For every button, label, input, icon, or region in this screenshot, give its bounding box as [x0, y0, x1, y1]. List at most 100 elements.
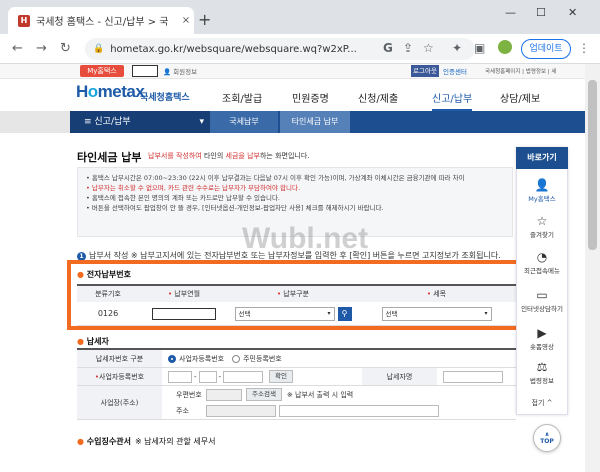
nav-crumb-national-tax[interactable]: 국세납부 [210, 111, 278, 133]
elec-payment-table: 분류기호 • 납부연월 • 납부구분 • 세목 0126 선택 ▾ ⚲ 선택 ▾ [77, 284, 516, 326]
top-links[interactable]: 국세청홈페이지 | 법령정보 | 세 [485, 67, 556, 75]
bookmark-star-icon[interactable]: ☆ [423, 41, 434, 55]
cert-center-link[interactable]: 인증센터 [443, 66, 467, 76]
payer-name-label: 납세자명 [362, 368, 437, 385]
table-row: 납세자번호 구분 사업자등록번호 주민등록번호 [77, 350, 516, 368]
address-detail-input[interactable] [279, 405, 439, 417]
radio-resident-label: 주민등록번호 [243, 354, 282, 363]
menu-certificate[interactable]: 민원증명 [292, 90, 329, 105]
window-maximize-button[interactable]: ☐ [536, 6, 546, 19]
share-icon[interactable]: ⇪ [403, 41, 413, 55]
tab-close-icon[interactable]: × [178, 15, 194, 26]
confirm-button[interactable]: 확인 [269, 370, 294, 383]
notice-line: • 납부자는 취소할 수 없으며, 카드 관련 수수료는 납부자가 부담하여야 … [86, 184, 301, 192]
back-arrow-icon[interactable]: ← [12, 41, 23, 56]
chevron-down-icon: ▾ [484, 309, 488, 317]
col-tax-item: • 세목 [426, 290, 447, 298]
bullet-icon: ● [77, 270, 87, 279]
chevron-up-icon: ∧ [544, 431, 550, 438]
notice-line: • 버튼을 선택하여도 팝업창이 안 뜰 경우, [인터넷옵션-개인정보-팝업차… [86, 204, 384, 212]
payer-table: 납세자번호 구분 사업자등록번호 주민등록번호 • 사업자등록번호 - - 확인… [77, 348, 516, 420]
table-row: • 사업자등록번호 - - 확인 납세자명 [77, 368, 516, 386]
col-pay-type: • 납부구분 [276, 290, 310, 298]
quick-fold-button[interactable]: 접기 ^ [516, 398, 568, 408]
sidebar-icon[interactable]: ▣ [474, 41, 485, 55]
hometax-favicon-icon: H [18, 14, 30, 27]
address-input[interactable] [206, 405, 276, 417]
bizno-input-2[interactable] [198, 370, 217, 383]
nav-crumb-other-tax[interactable]: 타인세금 납부 [280, 111, 350, 133]
redacted-user-name [132, 65, 158, 77]
url-field[interactable]: 🔒 hometax.go.kr/websquare/websquare.wq?w… [85, 38, 475, 60]
person-icon: 👤 [534, 178, 550, 192]
new-tab-button[interactable]: + [198, 10, 211, 29]
browser-tab[interactable]: H 국세청 홈택스 - 신고/납부 > 국 × [8, 7, 194, 34]
quick-my-hometax[interactable]: 👤 My홈택스 [516, 178, 568, 203]
quick-menu-header: 바로가기 [516, 147, 568, 169]
quick-internet-consult[interactable]: ▭ 인터넷상담하기 [516, 288, 568, 313]
col-pay-month: • 납부연월 [167, 290, 201, 298]
google-icon[interactable]: G [383, 41, 393, 55]
chevron-down-icon: ▾ [327, 309, 331, 317]
menu-filing-payment[interactable]: 신고/납부 [432, 90, 473, 111]
address-search-button[interactable]: 주소검색 [246, 388, 282, 401]
bullet-icon: ● [77, 337, 87, 346]
tab-title: 국세청 홈택스 - 신고/납부 > 국 [36, 17, 169, 28]
address2-label: 주소 [176, 407, 189, 415]
update-button[interactable]: 업데이트 [521, 39, 571, 59]
radio-bizno[interactable] [168, 354, 176, 363]
logout-button[interactable]: 로그아웃 [411, 65, 439, 77]
address-label: 사업장(주소) [77, 386, 162, 419]
quick-recent-menu[interactable]: ◔ 최근접속메뉴 [516, 250, 568, 275]
forward-arrow-icon[interactable]: → [36, 41, 47, 56]
my-hometax-button[interactable]: My홈택스 [80, 65, 124, 77]
elec-payment-section-title: ● 전자납부번호 [77, 270, 131, 279]
reload-icon[interactable]: ↻ [60, 41, 71, 56]
scroll-top-button[interactable]: ∧ TOP [533, 424, 561, 452]
chevron-down-icon: ▾ [199, 117, 204, 127]
browser-menu-icon[interactable]: ⋮ [578, 41, 590, 55]
scrollbar-thumb[interactable] [588, 80, 597, 250]
hometax-logo[interactable]: Hometax [76, 82, 145, 102]
window-minimize-button[interactable]: — [505, 6, 516, 19]
member-info-link[interactable]: 👤 회원정보 [163, 66, 197, 76]
bizno-input-1[interactable] [168, 370, 192, 383]
nav-left-gap [0, 111, 70, 133]
payer-type-label: 납세자번호 구분 [77, 350, 162, 367]
window-close-button[interactable]: ✕ [568, 6, 577, 19]
radio-resident[interactable] [232, 354, 241, 363]
class-code-value: 0126 [97, 309, 119, 318]
monitor-icon: ▭ [536, 288, 548, 302]
nav-section-filing[interactable]: ≡ 신고/납부 ▾ [70, 111, 210, 133]
tax-item-select[interactable]: 선택 ▾ [381, 306, 492, 321]
bizno-input-3[interactable] [223, 370, 264, 383]
quick-favorites[interactable]: ☆ 즐겨찾기 [516, 214, 568, 239]
notice-line: • 홈택스 납부시간은 07:00~23:30 (22시 이후 납부결과는 다음… [86, 174, 465, 182]
col-class-code: 분류기호 [95, 290, 121, 298]
receipt-office-section-title: ● 수입징수관서 ※ 납세자의 관할 세무서 [77, 437, 216, 446]
notice-line: • 홈택스에 접속한 본인 명의의 계좌 또는 카드로만 납부할 수 있습니다. [86, 194, 281, 202]
table-row: 0126 선택 ▾ ⚲ 선택 ▾ [77, 302, 516, 326]
quick-short-video[interactable]: ▶ 숏폼영상 [516, 326, 568, 351]
menu-apply[interactable]: 신청/제출 [358, 90, 398, 105]
quick-law-info[interactable]: ⚖ 법령정보 [516, 360, 568, 385]
url-text: hometax.go.kr/websquare/websquare.wq?w2x… [110, 43, 357, 55]
pay-type-select[interactable]: 선택 ▾ [234, 306, 335, 321]
radio-bizno-label: 사업자등록번호 [179, 354, 225, 363]
pay-month-input[interactable] [152, 307, 216, 320]
bizno-label: • 사업자등록번호 [77, 368, 162, 385]
search-icon[interactable]: ⚲ [337, 306, 352, 321]
payer-name-input[interactable] [443, 370, 503, 383]
menu-consult[interactable]: 상담/제보 [500, 90, 540, 105]
table-row: 사업장(주소) 우편번호 주소검색 ※ 납부서 출력 시 입력 주소 [77, 386, 516, 420]
extensions-puzzle-icon[interactable]: ✦ [452, 41, 462, 55]
watermark: Wubl.net [242, 222, 369, 255]
zip-label: 우편번호 [176, 390, 202, 399]
payer-section-title: ● 납세자 [77, 337, 109, 346]
page-description: 납부서를 작성하여 타인의 세금을 납부하는 화면입니다. [148, 152, 310, 160]
star-icon: ☆ [536, 214, 548, 228]
address-note: ※ 납부서 출력 시 입력 [286, 390, 354, 399]
menu-inquiry[interactable]: 조회/발급 [222, 90, 262, 105]
zip-input[interactable] [206, 388, 242, 401]
profile-avatar[interactable] [498, 40, 512, 54]
